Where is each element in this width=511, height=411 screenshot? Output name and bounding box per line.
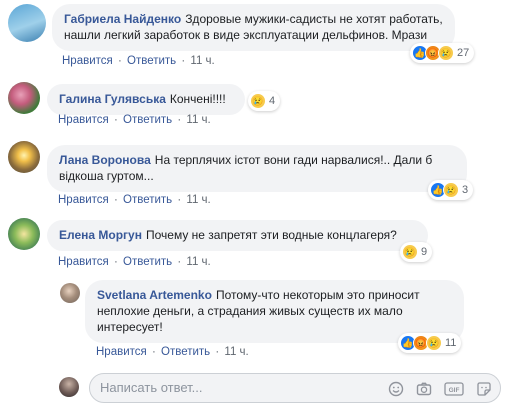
timestamp[interactable]: 11 ч. [186, 194, 210, 206]
comment-text: Почему не запретят эти водные концлагеря… [145, 228, 397, 242]
like-link[interactable]: Нравится [58, 256, 109, 268]
timestamp[interactable]: 11 ч. [186, 114, 210, 126]
sad-reaction-icon: 😢 [426, 335, 442, 351]
comment-actions: Нравится · Ответить · 11 ч. [58, 114, 211, 126]
reaction-count: 11 [445, 337, 457, 349]
reaction-count: 27 [457, 47, 470, 59]
reactions-summary[interactable]: 😢 9 [400, 242, 433, 262]
reply-link[interactable]: Ответить [161, 346, 210, 358]
reply-input[interactable] [100, 380, 350, 395]
like-link[interactable]: Нравится [58, 194, 109, 206]
like-link[interactable]: Нравится [96, 346, 147, 358]
like-link[interactable]: Нравится [58, 114, 109, 126]
separator: · [177, 256, 182, 268]
comment-author[interactable]: Габриела Найденко [64, 12, 181, 26]
smile-icon[interactable] [387, 380, 405, 398]
avatar[interactable] [8, 218, 40, 250]
comment-author[interactable]: Галина Гулявська [59, 92, 166, 106]
comment-bubble: Габриела Найденко Здоровые мужики-садисты… [52, 4, 455, 51]
sad-reaction-icon: 😢 [438, 45, 454, 61]
comment-actions: Нравится · Ответить · 11 ч. [58, 256, 211, 268]
comment-bubble: Галина Гулявська Кончені!!!! [47, 84, 245, 115]
reply-link[interactable]: Ответить [123, 114, 172, 126]
separator: · [113, 114, 118, 126]
separator: · [215, 346, 220, 358]
reply-composer: GIF [89, 373, 501, 403]
reply-link[interactable]: Ответить [123, 194, 172, 206]
separator: · [177, 194, 182, 206]
comment-actions: Нравится · Ответить · 11 ч. [96, 346, 249, 358]
separator: · [113, 256, 118, 268]
separator: · [113, 194, 118, 206]
comment-bubble: Лана Воронова На терплячих істот вони гад… [47, 145, 467, 192]
timestamp[interactable]: 11 ч. [190, 55, 214, 67]
comment-actions: Нравится · Ответить · 11 ч. [62, 55, 215, 67]
sad-reaction-icon: 😢 [443, 182, 459, 198]
avatar[interactable] [8, 141, 40, 173]
current-user-avatar[interactable] [59, 377, 79, 397]
avatar[interactable] [8, 82, 40, 114]
sad-reaction-icon: 😢 [250, 93, 266, 109]
avatar[interactable] [8, 4, 46, 42]
reply-link[interactable]: Ответить [123, 256, 172, 268]
reaction-count: 4 [269, 95, 276, 107]
sticker-icon[interactable] [475, 380, 493, 398]
separator: · [117, 55, 122, 67]
reactions-summary[interactable]: 👍 😡 😢 11 [398, 333, 462, 353]
separator: · [151, 346, 156, 358]
comment-text: Кончені!!!! [169, 92, 226, 106]
comment-author[interactable]: Елена Моргун [59, 228, 142, 242]
camera-icon[interactable] [415, 380, 433, 398]
comment-author[interactable]: Лана Воронова [59, 153, 151, 167]
reactions-summary[interactable]: 👍 😡 😢 27 [410, 43, 475, 63]
separator: · [181, 55, 186, 67]
reaction-count: 9 [421, 246, 428, 258]
reactions-summary[interactable]: 😢 4 [248, 91, 281, 111]
reactions-summary[interactable]: 👍 😢 3 [428, 180, 474, 200]
reaction-count: 3 [462, 184, 469, 196]
svg-text:GIF: GIF [449, 387, 460, 394]
comment-actions: Нравится · Ответить · 11 ч. [58, 194, 211, 206]
reply-link[interactable]: Ответить [127, 55, 176, 67]
timestamp[interactable]: 11 ч. [224, 346, 248, 358]
avatar[interactable] [60, 283, 80, 303]
sad-reaction-icon: 😢 [402, 244, 418, 260]
separator: · [177, 114, 182, 126]
comment-author[interactable]: Svetlana Artemenko [97, 288, 212, 302]
gif-icon[interactable]: GIF [444, 380, 464, 398]
like-link[interactable]: Нравится [62, 55, 113, 67]
timestamp[interactable]: 11 ч. [186, 256, 210, 268]
comment-bubble: Елена Моргун Почему не запретят эти водны… [47, 220, 428, 251]
